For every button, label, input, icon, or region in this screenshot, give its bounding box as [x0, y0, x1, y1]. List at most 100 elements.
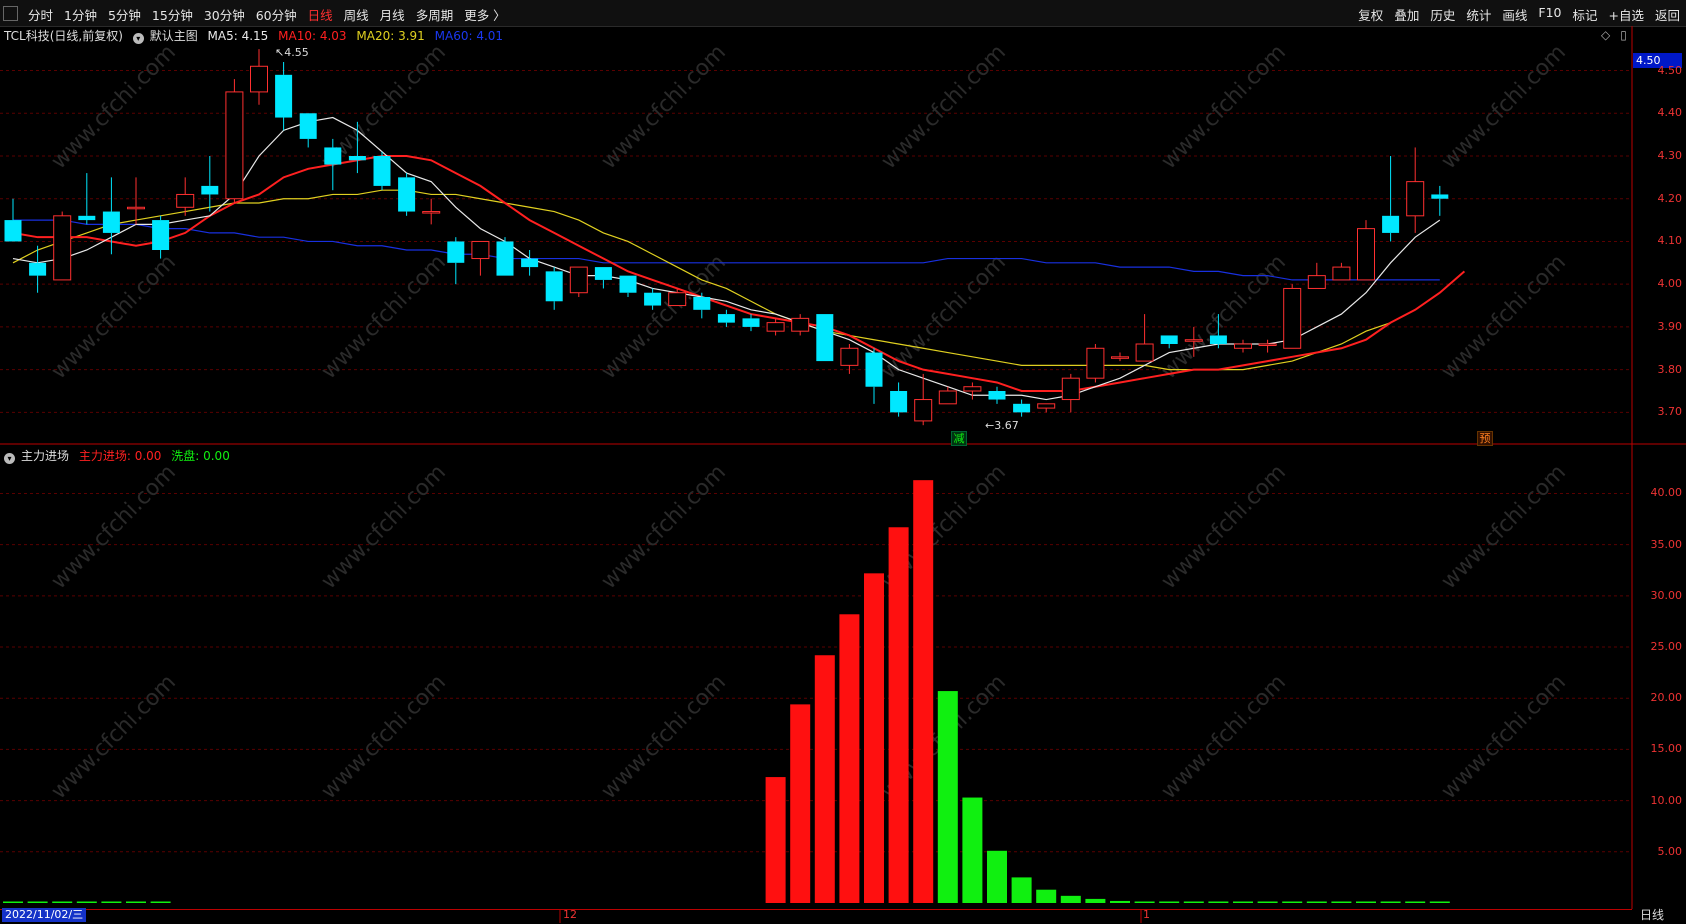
- candle-body: [348, 156, 366, 161]
- candle-body: [1184, 339, 1203, 342]
- indicator-bar: [962, 797, 983, 903]
- candle: [766, 318, 785, 336]
- candle-body: [373, 156, 391, 186]
- stock-chart[interactable]: www.cfchi.com www.cfchi.com www.cfchi.com w…: [0, 0, 1686, 923]
- indicator-bar: [888, 527, 909, 903]
- candle: [963, 382, 982, 400]
- candle: [914, 373, 933, 426]
- indicator-bar: [864, 573, 884, 903]
- candle: [988, 386, 1006, 404]
- indicator-tick: 10.00: [1650, 793, 1683, 807]
- indicator-bar: [52, 901, 73, 903]
- indicator-bar: [1405, 901, 1426, 903]
- watermark-mark: www.cfchi.com: [1437, 460, 1571, 594]
- candle-body: [644, 292, 662, 306]
- watermark-mark: www.cfchi.com: [1437, 670, 1571, 804]
- period-tab[interactable]: 日线: [1640, 906, 1664, 923]
- candle-body: [4, 220, 22, 242]
- candle-body: [398, 177, 416, 212]
- watermark-mark: www.cfchi.com: [1157, 250, 1291, 384]
- watermark-mark: www.cfchi.com: [317, 460, 451, 594]
- pre-mark[interactable]: 预: [1477, 431, 1493, 446]
- candle-body: [225, 91, 244, 200]
- indicator-bar: [150, 901, 171, 903]
- watermark: www.cfchi.com www.cfchi.com www.cfchi.com w…: [47, 40, 1571, 804]
- candle: [398, 173, 416, 216]
- candle-body: [988, 391, 1006, 400]
- candle: [1037, 403, 1056, 413]
- candle: [1357, 220, 1375, 281]
- candle: [1234, 339, 1252, 353]
- candle-body: [1086, 347, 1105, 379]
- watermark-mark: www.cfchi.com: [1157, 40, 1291, 174]
- watermark-mark: www.cfchi.com: [877, 250, 1011, 384]
- candle: [545, 267, 563, 310]
- watermark-mark: www.cfchi.com: [317, 670, 451, 804]
- candle-body: [1037, 403, 1056, 409]
- candle: [201, 156, 219, 212]
- indicator-bar: [839, 614, 860, 903]
- candle-body: [299, 113, 317, 139]
- candle-body: [422, 211, 441, 214]
- candle: [1013, 399, 1031, 417]
- indicator-tick: 5.00: [1657, 844, 1683, 858]
- indicator-bar: [27, 901, 48, 903]
- indicator-tick: 20.00: [1650, 691, 1683, 705]
- candle: [299, 113, 317, 148]
- indicator-bar: [765, 777, 786, 903]
- watermark-mark: www.cfchi.com: [1157, 460, 1291, 594]
- candle-body: [1209, 335, 1227, 344]
- candle-body: [176, 193, 195, 208]
- indicator-tick: 15.00: [1650, 742, 1683, 756]
- watermark-mark: www.cfchi.com: [597, 670, 731, 804]
- indicator-bar: [101, 901, 122, 903]
- candle-body: [668, 292, 687, 307]
- indicator-bar: [1208, 901, 1229, 903]
- indicator-bar: [3, 901, 23, 903]
- indicator-bar: [1257, 901, 1278, 903]
- candle-body: [1234, 343, 1252, 349]
- candle-body: [1283, 287, 1302, 349]
- candle: [1258, 339, 1277, 353]
- price-tick: 3.90: [1657, 319, 1683, 333]
- candle-body: [865, 352, 883, 387]
- watermark-mark: www.cfchi.com: [1157, 670, 1291, 804]
- indicator-bar: [1306, 901, 1327, 903]
- watermark-mark: www.cfchi.com: [47, 460, 181, 594]
- candle: [840, 344, 859, 374]
- candle: [373, 151, 391, 191]
- candle: [865, 348, 883, 404]
- candle: [1332, 262, 1351, 281]
- indicator-bar: [1085, 898, 1106, 903]
- candle: [619, 275, 637, 297]
- month-label-12: 12: [563, 908, 577, 921]
- indicator-bar: [790, 704, 811, 903]
- candle-body: [496, 241, 514, 276]
- candle-body: [890, 391, 908, 413]
- candle: [1406, 147, 1425, 233]
- indicator-bar: [126, 901, 146, 903]
- price-tick: 3.80: [1657, 362, 1683, 376]
- candle-body: [1406, 181, 1425, 217]
- candle-body: [29, 262, 47, 276]
- indicator-bar: [1036, 889, 1057, 903]
- candle: [1160, 335, 1178, 349]
- watermark-mark: www.cfchi.com: [597, 250, 731, 384]
- indicator-bar: [1159, 901, 1180, 903]
- watermark-mark: www.cfchi.com: [597, 460, 731, 594]
- indicator-bar: [1134, 901, 1155, 903]
- candle: [422, 198, 441, 225]
- candle: [1307, 262, 1326, 289]
- candle: [496, 237, 514, 276]
- candle: [1431, 185, 1449, 216]
- indicator-tick: 40.00: [1650, 486, 1683, 500]
- price-tick: 3.70: [1657, 405, 1683, 419]
- low-annotation: ←3.67: [985, 419, 1019, 432]
- candle-body: [1357, 228, 1375, 281]
- candle: [1382, 156, 1400, 242]
- candle: [1135, 314, 1154, 362]
- candle-body: [938, 390, 957, 405]
- indicator-bar: [1110, 900, 1130, 903]
- reduce-mark[interactable]: 减: [951, 431, 967, 446]
- candle-body: [324, 147, 342, 165]
